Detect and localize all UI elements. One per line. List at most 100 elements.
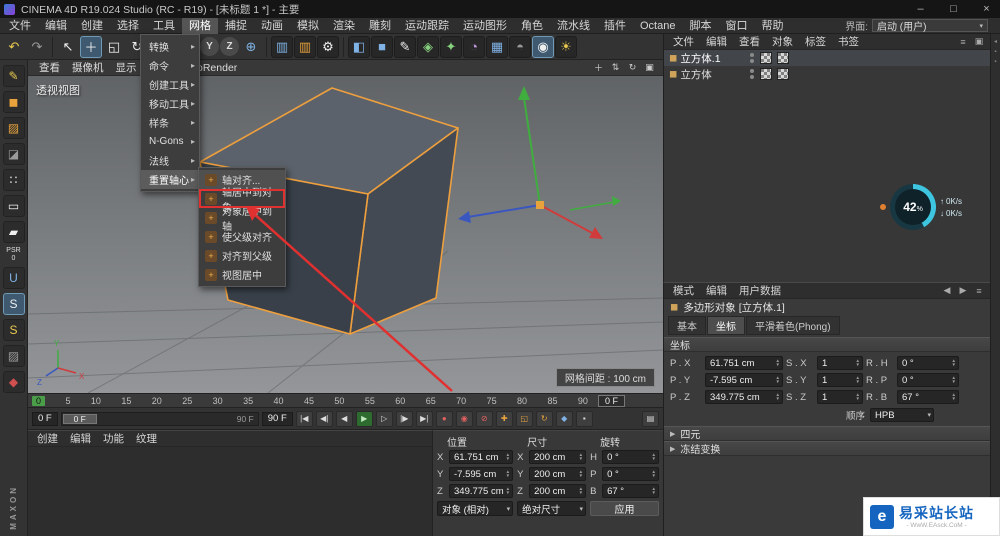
mesh-menu-normals[interactable]: 法线 ▸ [141,151,199,170]
position-z-field[interactable]: 349.775 cm ▲ ▼ [449,484,514,498]
spinner[interactable]: ▲ ▼ [952,358,956,367]
tab-phong[interactable]: 平滑着色(Phong) [746,316,840,335]
rh-field[interactable]: 0 ° ▲ ▼ [897,356,959,370]
next-key-button[interactable]: |▶ [395,410,413,427]
model-mode-icon[interactable]: ◼ [2,91,25,113]
menubar-item-window[interactable]: 窗口 [718,18,754,34]
viewport[interactable]: 查看 摄像机 显示 ProRender ＋ ⇅ ↻ ▣ 透视视图 Y X Z 网… [28,60,663,393]
spline-pen-icon[interactable]: ✎ [394,35,416,58]
enable-snap-icon[interactable]: S [2,293,25,315]
phong-tag-icon[interactable] [777,52,790,64]
menubar-item-select[interactable]: 选择 [110,18,146,34]
sx-field[interactable]: 1 ▲ ▼ [817,356,863,370]
om-menu-file[interactable]: 文件 [668,34,699,49]
menubar-item-file[interactable]: 文件 [2,18,38,34]
tab-coordinates[interactable]: 坐标 [707,316,745,335]
texture-tag-icon[interactable] [760,68,773,80]
order-select[interactable]: HPB ▾ [870,408,934,422]
mesh-menu-ngons[interactable]: N-Gons ▸ [141,132,199,151]
am-menu-icon[interactable]: ≡ [972,286,986,296]
interface-layout-select[interactable]: 启动 (用户) ▾ [872,19,988,33]
frame-input[interactable]: 0 F [32,411,58,426]
snap-magnet-icon[interactable]: U [2,267,25,289]
viewport-menu-display[interactable]: 显示 [111,60,142,75]
sy-field[interactable]: 1 ▲ ▼ [817,373,863,387]
modeling-axis-icon[interactable]: ◆ [2,371,25,393]
freeze-transform-section-header[interactable]: ▶ 冻结变换 [664,441,990,456]
object-name[interactable]: 立方体 [680,67,744,82]
render-view-button[interactable]: ▥ [271,35,293,58]
quantize-icon[interactable]: S [2,319,25,341]
menubar-item-help[interactable]: 帮助 [754,18,790,34]
pla-key-toggle[interactable]: ▪ [575,410,593,427]
menubar-item-simulate[interactable]: 模拟 [290,18,326,34]
mesh-menu-create-tools[interactable]: 创建工具 ▸ [141,75,199,94]
om-menu-object[interactable]: 对象 [767,34,798,49]
material-menu-function[interactable]: 功能 [98,431,129,446]
timeline-slider[interactable]: 0 F 90 F [60,411,259,426]
dock-tab-icon[interactable]: ▪ [994,59,996,65]
texture-view-icon[interactable]: ▨ [2,345,25,367]
texture-mode-icon[interactable]: ▨ [2,117,25,139]
render-picture-viewer-button[interactable]: ▥ [294,35,316,58]
apply-button[interactable]: 应用 [590,501,659,516]
spinner[interactable]: ▲ ▼ [579,486,583,495]
am-menu-mode[interactable]: 模式 [668,283,699,298]
viewport-menu-view[interactable]: 查看 [34,60,65,75]
polygons-mode-icon[interactable]: ▰ [2,221,25,243]
size-x-field[interactable]: 200 cm ▲ ▼ [529,450,587,464]
size-z-field[interactable]: 200 cm ▲ ▼ [529,484,587,498]
object-name[interactable]: 立方体.1 [680,51,744,66]
am-forward-icon[interactable]: ▶ [956,285,970,296]
autokey-button[interactable]: ◉ [455,410,473,427]
play-button[interactable]: ▶ [355,410,373,427]
z-axis-lock-button[interactable]: Z [220,37,239,56]
render-settings-button[interactable]: ⚙ [317,35,339,58]
floor-icon[interactable]: ▦ [486,35,508,58]
position-x-field[interactable]: 61.751 cm ▲ ▼ [449,450,514,464]
cube-primitive-icon[interactable]: ■ [371,35,393,58]
spinner[interactable]: ▲ ▼ [856,375,860,384]
environment-icon[interactable]: ◓ [509,35,531,58]
am-menu-edit[interactable]: 编辑 [701,283,732,298]
phong-tag-icon[interactable] [777,68,790,80]
am-back-icon[interactable]: ◀ [940,285,954,296]
spinner[interactable]: ▲ ▼ [856,392,860,401]
visibility-dots[interactable] [750,69,755,79]
timeline-ruler[interactable]: 0 5 10 15 20 25 30 35 40 45 50 55 60 65 … [28,393,663,408]
close-button[interactable]: × [973,0,1000,18]
spinner[interactable]: ▲ ▼ [776,375,780,384]
light-icon[interactable]: ☀ [555,35,577,58]
spinner[interactable]: ▲ ▼ [506,486,510,495]
undo-icon[interactable]: ↶ [3,36,25,58]
menubar-item-animate[interactable]: 动画 [254,18,290,34]
parameter-key-toggle[interactable]: ◆ [555,410,573,427]
spinner[interactable]: ▲ ▼ [579,469,583,478]
texture-tag-icon[interactable] [760,52,773,64]
layers-icon[interactable]: ▤ [642,410,659,427]
am-menu-userdata[interactable]: 用户数据 [734,283,786,298]
menubar-item-plugins[interactable]: 插件 [597,18,633,34]
current-frame-field[interactable]: 0 F [598,394,626,407]
submenu-center-object-to-axis[interactable]: + 对象居中到轴 [199,207,285,233]
om-menu-tags[interactable]: 标签 [800,34,831,49]
px-field[interactable]: 61.751 cm ▲ ▼ [705,356,783,370]
coordinate-mode-select[interactable]: 对象 (相对) ▾ [437,501,514,516]
quaternion-section-header[interactable]: ▶ 四元 [664,426,990,441]
coordinate-system-button[interactable]: ⊕ [240,36,262,58]
viewport-canvas[interactable]: Y X Z [28,76,663,393]
menubar-item-pipeline[interactable]: 流水线 [550,18,597,34]
coordinates-section-header[interactable]: 坐标 [664,337,990,352]
menubar-item-edit[interactable]: 编辑 [38,18,74,34]
viewport-maximize-icon[interactable]: ▣ [642,61,657,74]
redo-icon[interactable]: ↷ [26,36,48,58]
mesh-menu-commands[interactable]: 命令 ▸ [141,56,199,75]
end-frame-input[interactable]: 90 F [261,411,293,426]
size-y-field[interactable]: 200 cm ▲ ▼ [529,467,587,481]
record-keyframe-button[interactable]: ● [435,410,453,427]
workplane-mode-icon[interactable]: ◪ [2,143,25,165]
rotation-p-field[interactable]: 0 ° ▲ ▼ [602,467,659,481]
y-axis-lock-button[interactable]: Y [200,37,219,56]
menubar-item-tools[interactable]: 工具 [146,18,182,34]
menubar-item-render[interactable]: 渲染 [326,18,362,34]
